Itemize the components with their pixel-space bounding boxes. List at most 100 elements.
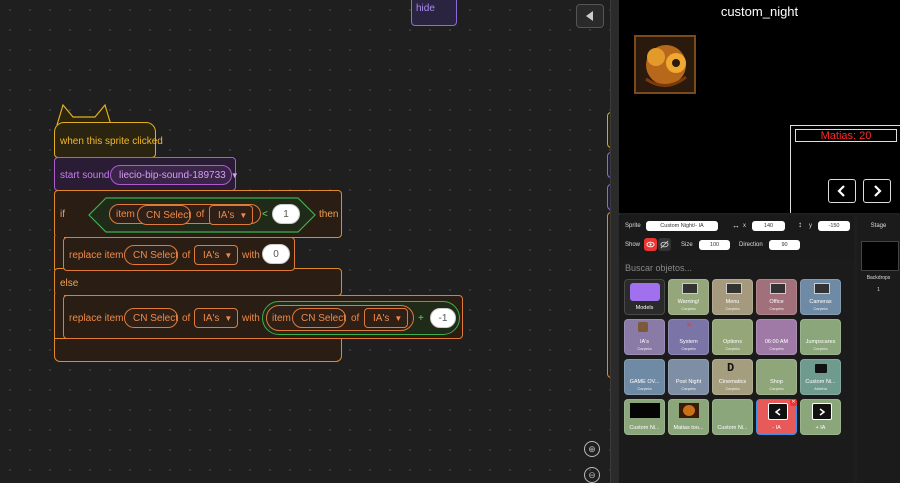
sprite-tile-name: Custom Ni... <box>629 425 660 431</box>
sprite-tile-name: Shop <box>770 379 783 385</box>
show-hidden-button[interactable] <box>658 238 671 251</box>
stage-next-button[interactable] <box>863 179 891 203</box>
then-label: then <box>319 209 339 220</box>
start-sound-label: start sound <box>60 170 110 181</box>
sprite-tile[interactable]: ✕ System Carpeta <box>668 319 709 355</box>
sprite-tile[interactable]: IA's Carpeta <box>624 319 665 355</box>
arrow-left-icon <box>586 11 593 21</box>
sprite-tile[interactable]: Custom Ni... <box>624 399 665 435</box>
sprite-tile-name: + IA <box>815 425 826 431</box>
of-label: of <box>182 250 191 261</box>
sprite-tile-sub: Carpeta <box>769 306 784 311</box>
x-arrow-icon: ↔ <box>732 221 740 230</box>
hide-block[interactable]: hide <box>411 0 457 26</box>
sprite-tile[interactable]: Menu Carpeta <box>712 279 753 315</box>
item-label: item <box>272 313 291 324</box>
sprite-thumbnail <box>638 322 648 332</box>
of-label: of <box>182 313 191 324</box>
eye-slash-icon <box>660 240 669 249</box>
stage-thumbnail[interactable] <box>861 241 899 271</box>
stage-canvas[interactable]: custom_night Matias: 20 <box>619 0 900 213</box>
cn-select-dropdown[interactable]: CN Select <box>124 245 178 265</box>
stage-title: custom_night <box>720 4 799 19</box>
sprite-tile-name: Warning! <box>677 299 700 305</box>
sprite-tile[interactable]: Post Night Carpeta <box>668 359 709 395</box>
zoom-out-button[interactable]: ⊖ <box>584 467 600 483</box>
stage-side-title: Stage <box>870 223 887 229</box>
cn-select-value: CN Select <box>146 209 192 221</box>
sprite-tile[interactable]: Jumpscares Carpeta <box>800 319 841 355</box>
replace-value-input[interactable]: 0 <box>262 244 290 264</box>
chevron-down-icon: ▼ <box>239 210 248 220</box>
sprite-tile-sub: Carpeta <box>769 346 784 351</box>
list-dropdown[interactable]: IA's ▼ <box>209 205 253 225</box>
stage-prev-button[interactable] <box>828 179 856 203</box>
code-area[interactable]: hide when this sprite clicked start soun… <box>0 0 610 483</box>
stage-side-panel: Stage Backdrops 1 <box>857 215 900 483</box>
sprite-tile-name: Office <box>769 299 784 305</box>
sprite-tile[interactable]: Cameras Carpeta <box>800 279 841 315</box>
cn-select-dropdown[interactable]: CN Select <box>124 308 178 328</box>
zoom-in-button[interactable]: ⊕ <box>584 441 600 457</box>
sprite-tile-sub: Carpeta <box>813 306 828 311</box>
sprite-thumbnail: D <box>727 361 735 375</box>
start-sound-block[interactable]: start sound liecio-bip-sound-189733 ▼ <box>54 157 239 191</box>
list-dropdown[interactable]: IA's ▼ <box>194 245 238 265</box>
chevron-down-icon: ▼ <box>394 313 403 323</box>
sprite-tile[interactable]: D Cinematics Carpeta <box>712 359 753 395</box>
sprite-tile[interactable]: Office Carpeta <box>756 279 797 315</box>
sprite-tile-sub: Carpeta <box>681 386 696 391</box>
sprite-name-input[interactable]: Custom Night/- IA <box>646 221 718 231</box>
sprite-tile-name: Menu <box>725 299 740 305</box>
list-dropdown[interactable]: IA's ▼ <box>364 308 408 328</box>
sprite-label: Sprite <box>625 223 641 229</box>
show-visible-button[interactable] <box>644 238 657 251</box>
sound-dropdown[interactable]: liecio-bip-sound-189733 ▼ <box>110 165 239 185</box>
sprite-search-input[interactable]: Buscar objetos... <box>625 261 845 275</box>
compare-value-input[interactable]: 1 <box>272 204 300 224</box>
sprite-thumbnail <box>682 283 698 294</box>
hat-block-label: when this sprite clicked <box>60 136 163 147</box>
sprite-thumbnail <box>630 403 660 418</box>
character-face-icon <box>645 45 687 87</box>
character-portrait[interactable] <box>634 35 696 94</box>
if-label: if <box>60 209 65 220</box>
sprite-tile[interactable]: 06:00 AM Carpeta <box>756 319 797 355</box>
direction-input[interactable]: 90 <box>769 240 800 250</box>
y-arrow-icon: ↕ <box>798 220 802 229</box>
collapse-button[interactable] <box>576 4 604 28</box>
sprite-tile-name: - IA <box>772 425 781 431</box>
x-label: x <box>743 223 746 229</box>
delete-sprite-icon[interactable]: ✕ <box>790 399 797 406</box>
sprite-tile-name: Custom Ni... <box>717 425 748 431</box>
size-input[interactable]: 100 <box>699 240 730 250</box>
replace-item-block[interactable]: replace item CN Select of IA's ▼ with it… <box>63 295 463 339</box>
show-label: Show <box>625 242 641 248</box>
sprite-tile[interactable]: + IA <box>800 399 841 435</box>
add-value-input[interactable]: -1 <box>430 308 456 328</box>
sprite-tile[interactable]: Custom Ni... Abierta <box>800 359 841 395</box>
sprite-tile-name: System <box>679 339 698 345</box>
cn-select-dropdown[interactable]: CN Select <box>137 205 191 225</box>
with-label: with <box>242 313 260 324</box>
sprite-tile[interactable]: Models <box>624 279 665 315</box>
list-dropdown[interactable]: IA's ▼ <box>194 308 238 328</box>
sprite-tile[interactable]: GAME OV... Carpeta <box>624 359 665 395</box>
replace-item-block[interactable]: replace item CN Select of IA's ▼ with 0 <box>63 237 295 271</box>
when-sprite-clicked-hat-block[interactable]: when this sprite clicked <box>54 122 163 158</box>
matias-panel[interactable]: Matias: 20 <box>790 125 900 213</box>
sprite-tile[interactable]: ✕ - IA <box>756 399 797 435</box>
sprite-tile[interactable]: Warning! Carpeta <box>668 279 709 315</box>
sprite-info-panel: Sprite Custom Night/- IA ↔ x 140 ↕ y -15… <box>619 215 854 259</box>
if-else-block-bottom <box>54 338 342 362</box>
sprite-tile[interactable]: Custom Ni... <box>712 399 753 435</box>
cn-select-dropdown[interactable]: CN Select <box>292 308 346 328</box>
sprite-tile[interactable]: Shop Carpeta <box>756 359 797 395</box>
list-dropdown-value: IA's <box>373 312 390 324</box>
direction-label: Direction <box>739 242 763 248</box>
sprite-tile[interactable]: Options Carpeta <box>712 319 753 355</box>
of-label: of <box>196 209 205 220</box>
y-input[interactable]: -150 <box>818 221 850 231</box>
x-input[interactable]: 140 <box>752 221 785 231</box>
sprite-tile[interactable]: Matias too... <box>668 399 709 435</box>
